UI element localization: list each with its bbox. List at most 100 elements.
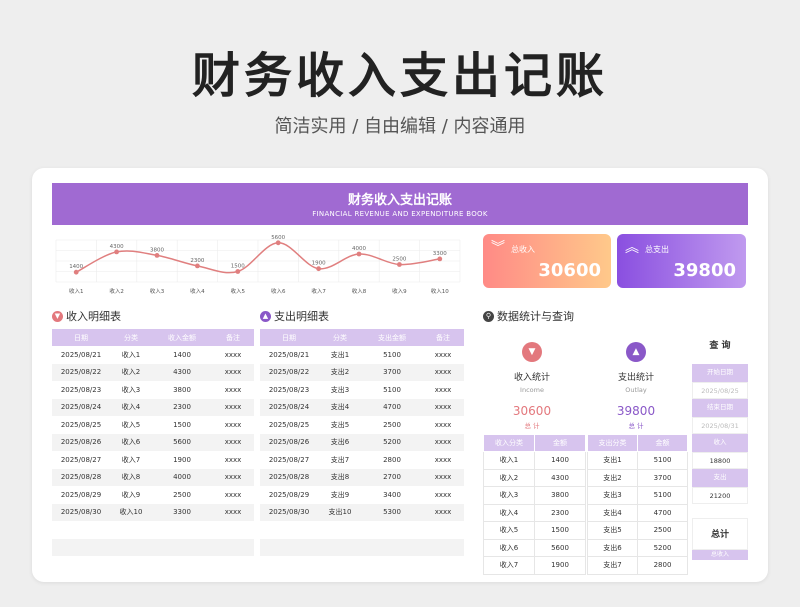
table-cell[interactable]: 4300 <box>534 468 586 487</box>
table-cell[interactable]: xxxx <box>422 363 464 381</box>
table-cell[interactable]: 3700 <box>637 468 688 487</box>
table-cell[interactable]: 2025/08/26 <box>52 433 110 451</box>
table-cell[interactable]: 2500 <box>637 521 688 540</box>
table-cell[interactable]: 收入3 <box>110 381 152 399</box>
table-cell[interactable]: 支出6 <box>318 433 362 451</box>
table-cell[interactable]: 收入6 <box>110 433 152 451</box>
table-cell[interactable]: 支出5 <box>318 416 362 434</box>
table-cell[interactable]: 5100 <box>637 486 688 505</box>
table-cell[interactable] <box>110 538 152 556</box>
table-cell[interactable]: 2025/08/25 <box>52 416 110 434</box>
table-cell[interactable]: 1500 <box>534 521 586 540</box>
table-cell[interactable]: 4300 <box>152 363 212 381</box>
table-cell[interactable]: xxxx <box>422 381 464 399</box>
table-cell[interactable]: 5600 <box>534 538 586 557</box>
table-cell[interactable]: 3700 <box>362 363 422 381</box>
table-cell[interactable] <box>110 521 152 539</box>
table-cell[interactable]: 2800 <box>637 556 688 575</box>
table-cell[interactable]: 收入2 <box>110 363 152 381</box>
table-cell[interactable]: 支出7 <box>318 451 362 469</box>
table-cell[interactable] <box>52 521 110 539</box>
table-cell[interactable]: xxxx <box>422 503 464 521</box>
table-cell[interactable]: xxxx <box>422 486 464 504</box>
table-cell[interactable] <box>52 538 110 556</box>
table-cell[interactable]: 2300 <box>152 398 212 416</box>
table-cell[interactable]: 收入10 <box>110 503 152 521</box>
table-cell[interactable]: 收入7 <box>110 451 152 469</box>
table-cell[interactable]: xxxx <box>212 451 254 469</box>
table-cell[interactable]: 2800 <box>362 451 422 469</box>
table-cell[interactable]: xxxx <box>212 433 254 451</box>
table-cell[interactable]: xxxx <box>212 416 254 434</box>
table-cell[interactable]: xxxx <box>212 363 254 381</box>
table-cell[interactable]: 2025/08/24 <box>52 398 110 416</box>
table-cell[interactable]: 支出3 <box>318 381 362 399</box>
table-cell[interactable] <box>212 538 254 556</box>
table-cell[interactable]: 2025/08/27 <box>52 451 110 469</box>
table-cell[interactable]: 5100 <box>362 346 422 364</box>
table-cell[interactable]: 5300 <box>362 503 422 521</box>
table-cell[interactable]: xxxx <box>212 468 254 486</box>
table-cell[interactable]: 收入2 <box>483 468 535 487</box>
table-cell[interactable]: xxxx <box>422 416 464 434</box>
table-cell[interactable]: 收入7 <box>483 556 535 575</box>
table-cell[interactable]: 2025/08/22 <box>52 363 110 381</box>
table-cell[interactable]: 1500 <box>152 416 212 434</box>
table-cell[interactable]: 支出10 <box>318 503 362 521</box>
table-cell[interactable]: 1400 <box>152 346 212 364</box>
table-cell[interactable]: 收入9 <box>110 486 152 504</box>
table-cell[interactable]: 2025/08/22 <box>260 363 318 381</box>
table-cell[interactable]: 2025/08/23 <box>52 381 110 399</box>
table-cell[interactable]: 1900 <box>152 451 212 469</box>
table-cell[interactable]: 收入1 <box>110 346 152 364</box>
table-cell[interactable] <box>362 538 422 556</box>
table-cell[interactable]: xxxx <box>212 503 254 521</box>
table-cell[interactable]: 支出8 <box>318 468 362 486</box>
table-cell[interactable]: 2300 <box>534 503 586 522</box>
table-cell[interactable]: 3300 <box>152 503 212 521</box>
start-date-field[interactable]: 2025/08/25 <box>692 381 748 399</box>
table-cell[interactable]: 2025/08/29 <box>52 486 110 504</box>
table-cell[interactable] <box>260 521 318 539</box>
table-cell[interactable]: 支出3 <box>587 486 638 505</box>
table-cell[interactable]: 3400 <box>362 486 422 504</box>
table-cell[interactable]: 2025/08/28 <box>260 468 318 486</box>
table-cell[interactable]: 收入8 <box>110 468 152 486</box>
table-cell[interactable]: 4000 <box>152 468 212 486</box>
table-cell[interactable]: 3800 <box>152 381 212 399</box>
table-cell[interactable]: xxxx <box>422 346 464 364</box>
table-cell[interactable]: 支出7 <box>587 556 638 575</box>
table-cell[interactable]: 2025/08/30 <box>52 503 110 521</box>
table-cell[interactable]: xxxx <box>212 486 254 504</box>
table-cell[interactable]: 收入4 <box>483 503 535 522</box>
table-cell[interactable]: 支出1 <box>318 346 362 364</box>
end-date-field[interactable]: 2025/08/31 <box>692 416 748 434</box>
table-cell[interactable]: 收入4 <box>110 398 152 416</box>
table-cell[interactable]: 4700 <box>362 398 422 416</box>
table-cell[interactable]: xxxx <box>422 468 464 486</box>
table-cell[interactable]: 5600 <box>152 433 212 451</box>
table-cell[interactable]: 2500 <box>152 486 212 504</box>
table-cell[interactable] <box>152 521 212 539</box>
table-cell[interactable]: 收入3 <box>483 486 535 505</box>
table-cell[interactable]: 5200 <box>362 433 422 451</box>
table-cell[interactable]: 2025/08/25 <box>260 416 318 434</box>
table-cell[interactable]: xxxx <box>422 451 464 469</box>
table-cell[interactable] <box>422 521 464 539</box>
table-cell[interactable]: 2500 <box>362 416 422 434</box>
table-cell[interactable]: xxxx <box>212 381 254 399</box>
table-cell[interactable]: 支出2 <box>587 468 638 487</box>
table-cell[interactable]: 支出5 <box>587 521 638 540</box>
table-cell[interactable] <box>422 538 464 556</box>
table-cell[interactable] <box>318 521 362 539</box>
table-cell[interactable]: 2025/08/24 <box>260 398 318 416</box>
table-cell[interactable]: 4700 <box>637 503 688 522</box>
table-cell[interactable] <box>362 521 422 539</box>
table-cell[interactable]: 2025/08/21 <box>52 346 110 364</box>
table-cell[interactable]: 5200 <box>637 538 688 557</box>
table-cell[interactable]: 收入6 <box>483 538 535 557</box>
table-cell[interactable]: xxxx <box>422 398 464 416</box>
table-cell[interactable]: 支出4 <box>318 398 362 416</box>
table-cell[interactable]: 3800 <box>534 486 586 505</box>
table-cell[interactable]: 支出2 <box>318 363 362 381</box>
